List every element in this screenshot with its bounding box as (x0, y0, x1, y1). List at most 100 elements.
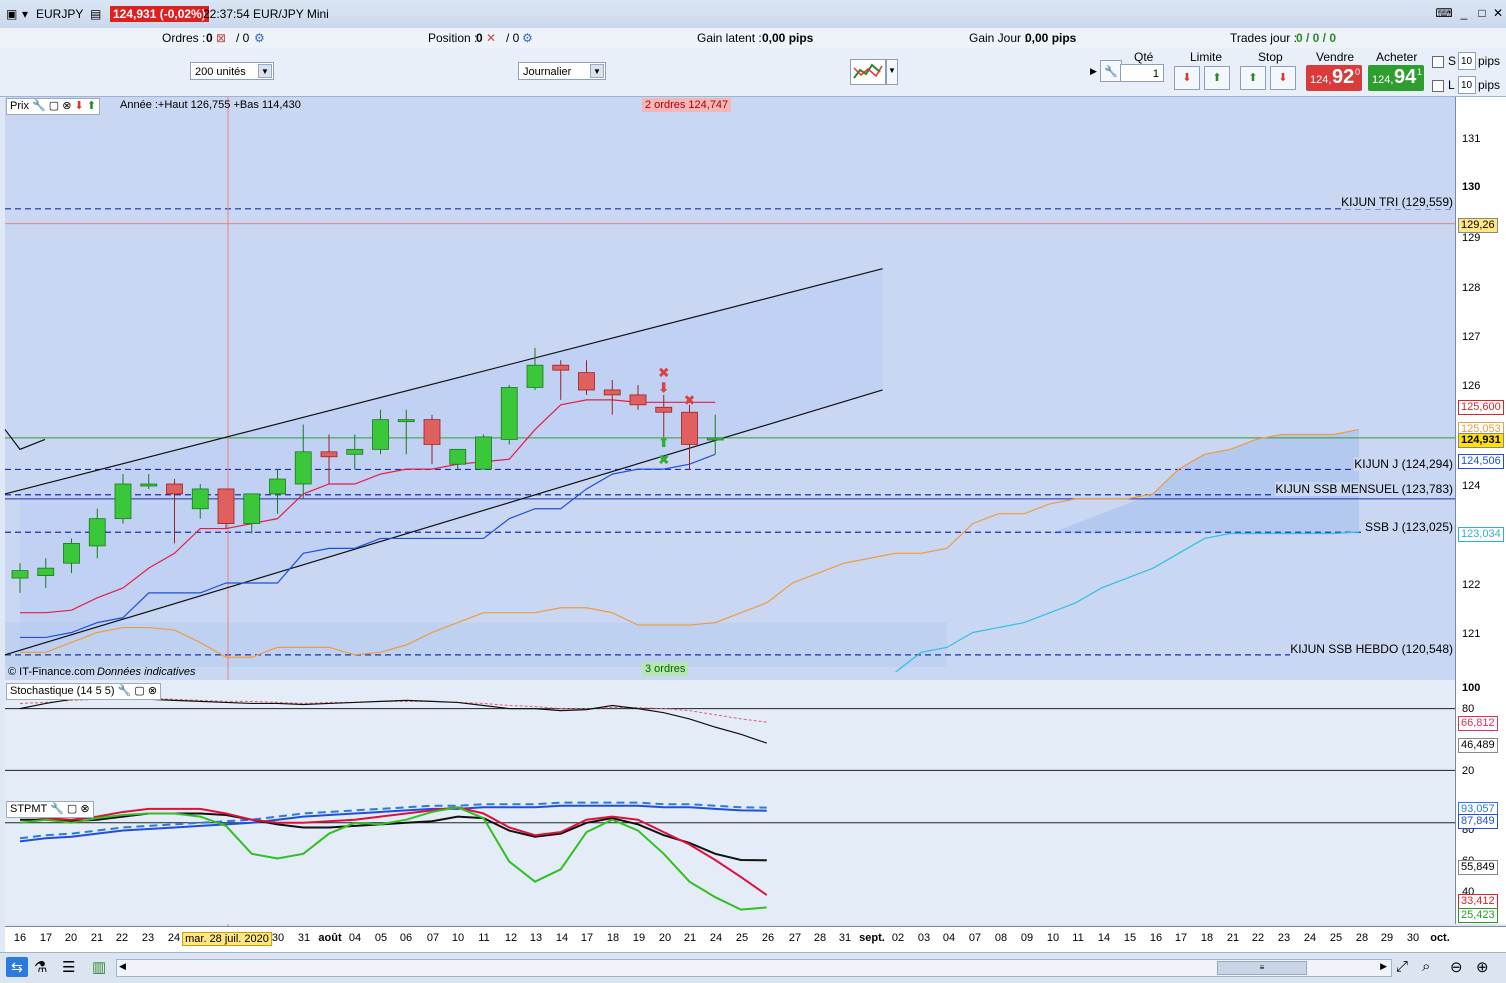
level-kijun-j: KIJUN J (124,294) (1354, 457, 1453, 471)
sell-label: Vendre (1316, 50, 1355, 64)
indicators-icon[interactable]: ⚗ (34, 958, 47, 976)
stop-loss-pips-input[interactable]: 10 (1458, 52, 1476, 70)
qty-input[interactable]: 1 (1120, 64, 1164, 82)
maximize-button[interactable]: □ (1474, 6, 1490, 20)
orders-bottom-badge[interactable]: 3 ordres (642, 662, 689, 676)
date-label: 18 (606, 932, 620, 944)
window-icon[interactable]: ▢ (134, 685, 144, 697)
level-kijun-ssb-hebdo: KIJUN SSB HEBDO (120,548) (1290, 642, 1453, 656)
list-icon[interactable]: ☰ (62, 958, 75, 976)
window-icon[interactable]: ▢ (67, 803, 77, 815)
stpmt-chart[interactable] (5, 798, 1455, 924)
stoch-panel-header: Stochastique (14 5 5) 🔧 ▢ ⊗ (6, 683, 162, 700)
expand-arrow-icon[interactable]: ▶ (1090, 66, 1097, 77)
close-icon[interactable]: ⊗ (148, 685, 157, 697)
candle-body (681, 411, 698, 445)
chart-type-dropdown[interactable]: ▼ (886, 59, 898, 85)
price-badge-kijun-tri: 129,26 (1458, 218, 1498, 233)
sell-order-icon: ⬇ (658, 380, 670, 396)
close-icon[interactable]: ⊗ (80, 803, 89, 815)
close-button[interactable]: ✕ (1490, 6, 1506, 20)
share-icon[interactable]: ⇆ (6, 957, 28, 977)
period-select[interactable]: Journalier ▼ (518, 62, 606, 80)
position-settings-icon[interactable]: ⚙ (522, 31, 533, 45)
limit-pips-input[interactable]: 10 (1458, 76, 1476, 94)
units-select-value: 200 unités (195, 66, 246, 78)
chart-type-button[interactable] (850, 59, 886, 85)
candle-body (603, 389, 621, 396)
wrench-icon[interactable]: 🔧 (50, 803, 64, 815)
close-icon[interactable]: ⊗ (62, 100, 71, 112)
keyboard-icon[interactable]: ⌨ (1434, 6, 1454, 20)
date-label: 29 (1380, 932, 1394, 944)
zoom-in-icon[interactable]: ⊕ (1476, 958, 1489, 976)
units-select[interactable]: 200 unités ▼ (190, 62, 274, 80)
candle-body (37, 567, 55, 576)
date-label: 16 (13, 932, 27, 944)
stop-loss-checkbox[interactable] (1432, 56, 1444, 68)
limit-sell-button[interactable]: ⬆ (1204, 66, 1230, 90)
stpmt-badge-green: 25,423 (1458, 908, 1498, 923)
stop-buy-button[interactable]: ⬆ (1240, 66, 1266, 90)
download-icon[interactable]: ⬇ (75, 100, 84, 112)
orders-settings-icon[interactable]: ⚙ (254, 31, 265, 45)
position-pending: / 0 (506, 31, 520, 45)
info-icon[interactable]: ▤ (90, 7, 101, 21)
minimize-button[interactable]: _ (1456, 6, 1472, 20)
stoch-tick: 20 (1462, 765, 1475, 777)
date-label: 10 (451, 932, 465, 944)
date-label: 23 (1277, 932, 1291, 944)
candles-icon[interactable]: ▥ (92, 958, 106, 976)
window-title: 22:37:54 EUR/JPY Mini (203, 7, 329, 21)
menu-arrow-icon[interactable]: ▾ (22, 7, 28, 21)
sell-button[interactable]: 124, 92 0 (1306, 65, 1362, 91)
limit-checkbox[interactable] (1432, 80, 1444, 92)
orders-top-badge[interactable]: 2 ordres 124,747 (642, 98, 732, 112)
candle-body (63, 542, 80, 564)
date-label: 05 (374, 932, 388, 944)
scroll-right-icon[interactable]: ▶ (1380, 961, 1387, 972)
stoch-badge-d: 66,812 (1458, 716, 1498, 731)
candle-body (655, 406, 673, 413)
position-close-icon[interactable]: ✕ (486, 31, 496, 45)
candle-body (243, 493, 261, 524)
zoom-fit-icon[interactable]: ⤢ (1396, 958, 1408, 975)
zoom-area-icon[interactable]: ⌕ (1422, 958, 1430, 975)
wrench-icon[interactable]: 🔧 (32, 100, 46, 112)
stoch-badge-k: 46,489 (1458, 738, 1498, 753)
buy-button[interactable]: 124, 94 1 (1368, 65, 1424, 91)
scroll-left-icon[interactable]: ◀ (119, 961, 126, 972)
candle-body (114, 483, 132, 520)
price-panel-title: Prix (10, 100, 29, 112)
date-label: 08 (994, 932, 1008, 944)
upload-icon[interactable]: ⬆ (87, 100, 96, 112)
limit-buy-button[interactable]: ⬇ (1174, 66, 1200, 90)
date-label: 04 (348, 932, 362, 944)
date-label: 24 (709, 932, 723, 944)
orders-cancel-icon[interactable]: ⊠ (216, 31, 226, 45)
date-label: mar. 28 juil. 2020 (182, 932, 272, 946)
wrench-icon[interactable]: 🔧 (118, 685, 132, 697)
date-label: 24 (167, 932, 181, 944)
chart-canvas[interactable]: ✖⬇✖✖⬆ (0, 97, 1455, 927)
date-label: 22 (115, 932, 129, 944)
app-icon: ▣ (6, 7, 18, 21)
date-label: 17 (39, 932, 53, 944)
candle-body (449, 448, 467, 465)
date-label: 06 (399, 932, 413, 944)
horizontal-scrollbar[interactable]: ◀ ≡ ▶ (116, 959, 1392, 977)
stpmt-badge-blue: 87,849 (1458, 814, 1498, 829)
stochastic-chart[interactable] (5, 680, 1455, 798)
date-label: 28 (813, 932, 827, 944)
zoom-out-icon[interactable]: ⊖ (1450, 958, 1463, 976)
candle-body (140, 483, 158, 487)
window-icon[interactable]: ▢ (49, 100, 59, 112)
wrench-icon[interactable]: 🔧 (1100, 60, 1122, 82)
date-label: 25 (735, 932, 749, 944)
date-label: 17 (580, 932, 594, 944)
stop-sell-button[interactable]: ⬇ (1270, 66, 1296, 90)
date-label: 14 (1097, 932, 1111, 944)
scrollbar-thumb[interactable]: ≡ (1217, 961, 1307, 975)
date-label: 26 (761, 932, 775, 944)
candle-body (11, 570, 29, 579)
